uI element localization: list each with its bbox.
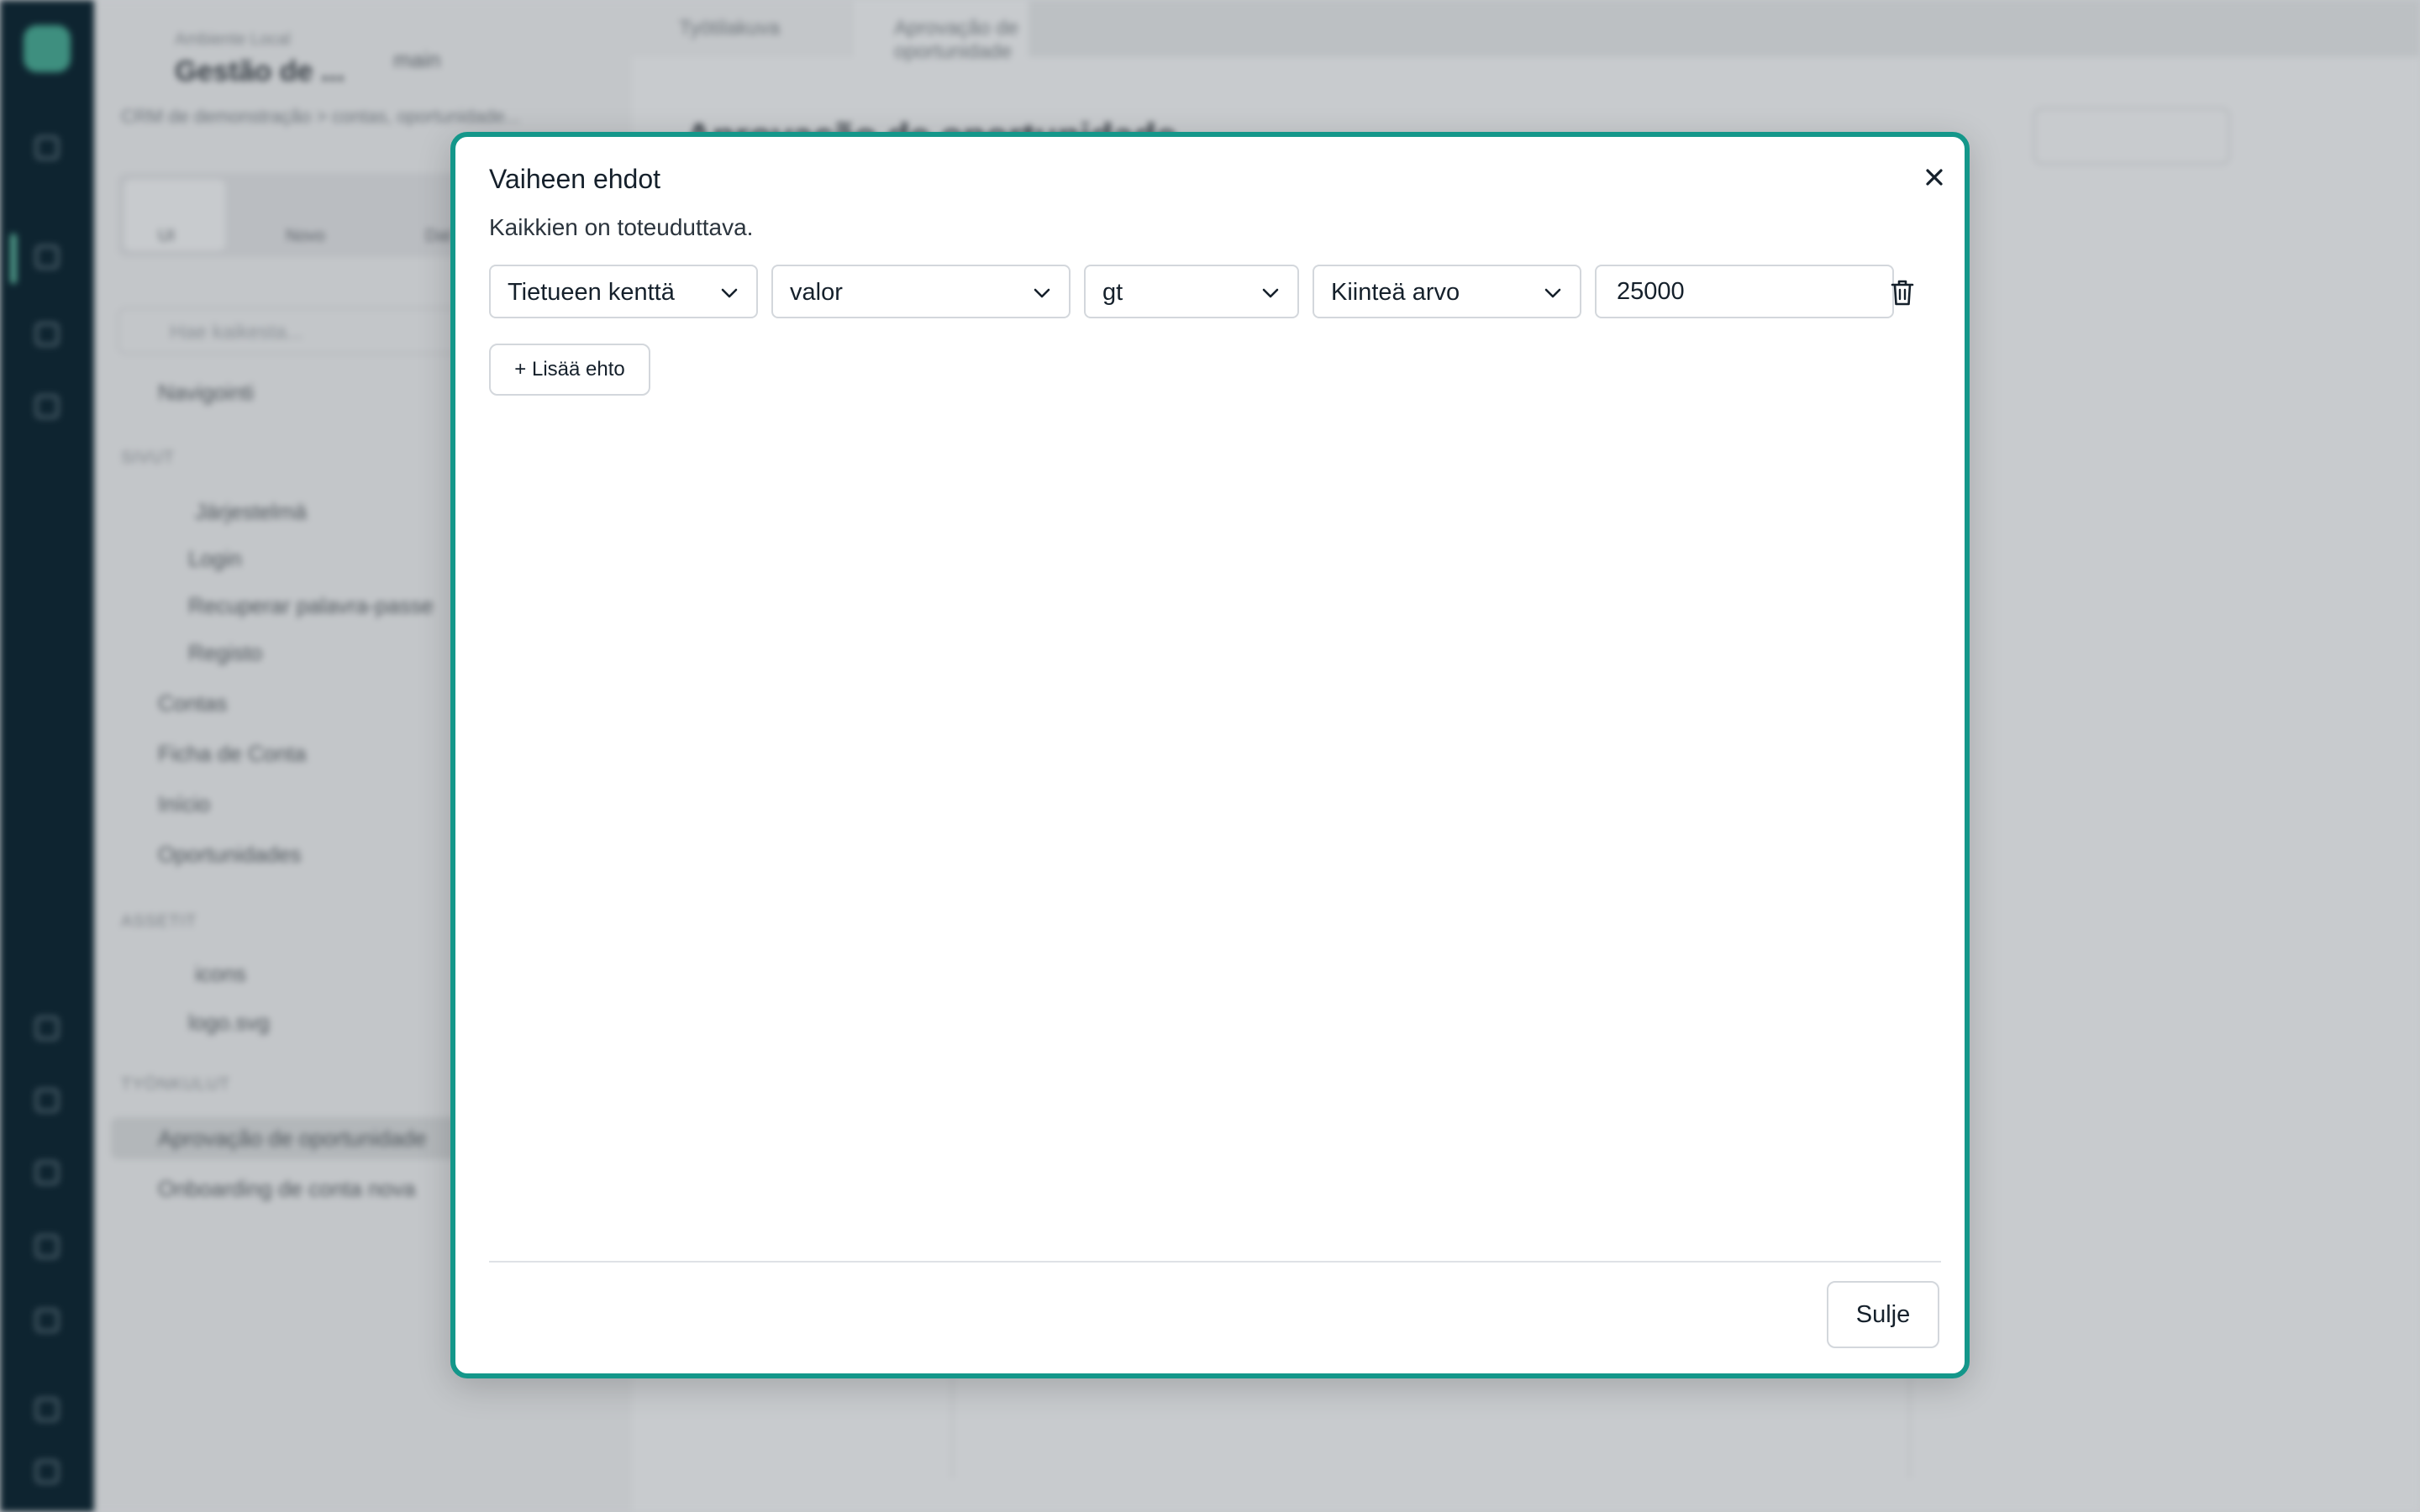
plus-icon[interactable] bbox=[35, 395, 59, 418]
close-button[interactable]: Sulje bbox=[1827, 1281, 1939, 1348]
project-label: Ambiente Local bbox=[175, 30, 291, 49]
chevron-down-icon bbox=[721, 288, 738, 298]
condition-value-type-select[interactable]: Kiinteä arvo bbox=[1313, 265, 1581, 318]
condition-source-select[interactable]: Tietueen kenttä bbox=[489, 265, 758, 318]
grid-icon[interactable] bbox=[35, 136, 59, 160]
chevron-down-icon bbox=[1262, 288, 1279, 298]
tab-label: Aprovação de oportunidade bbox=[894, 17, 1019, 63]
condition-source-value: Tietueen kenttä bbox=[508, 279, 675, 306]
condition-value-input[interactable] bbox=[1595, 265, 1894, 318]
sidebar-item[interactable]: icons bbox=[195, 961, 246, 987]
sidebar-section-assets: ASSETIT bbox=[121, 912, 197, 931]
tab-workspace[interactable]: Työtilakuva bbox=[632, 0, 850, 57]
close-icon[interactable] bbox=[1916, 159, 1953, 196]
sidebar-item[interactable]: Contas bbox=[158, 690, 227, 717]
dialog-subtitle: Kaikkien on toteuduttava. bbox=[489, 214, 754, 240]
logout-icon[interactable] bbox=[35, 1460, 59, 1483]
footer-divider bbox=[489, 1261, 1941, 1263]
condition-operator-value: gt bbox=[1102, 279, 1123, 306]
dialog-title: Vaiheen ehdot bbox=[489, 164, 661, 194]
view-tab-selected[interactable] bbox=[124, 180, 225, 250]
stage-conditions-dialog: Vaiheen ehdot Kaikkien on toteuduttava. … bbox=[450, 132, 1970, 1378]
breadcrumb: CRM de demonstração > contas, oportunida… bbox=[121, 106, 521, 127]
sidebar-item[interactable]: Oportunidades bbox=[158, 842, 302, 868]
tab-workflow[interactable]: Aprovação de oportunidade bbox=[852, 0, 1028, 63]
branch-selector[interactable]: main bbox=[393, 47, 440, 73]
sidebar-item[interactable]: Järjestelmä bbox=[195, 499, 307, 525]
team-icon[interactable] bbox=[35, 1089, 59, 1112]
users-icon[interactable] bbox=[35, 245, 59, 269]
app-rail bbox=[0, 0, 94, 1512]
trash-icon[interactable] bbox=[1889, 278, 1916, 307]
sidebar-item[interactable]: Registo bbox=[188, 640, 262, 666]
condition-operator-select[interactable]: gt bbox=[1084, 265, 1299, 318]
chevron-down-icon bbox=[1544, 288, 1561, 298]
add-condition-button[interactable]: + Lisää ehto bbox=[489, 344, 650, 396]
settings-icon[interactable] bbox=[35, 1309, 59, 1332]
sidebar-item[interactable]: Login bbox=[188, 546, 242, 572]
globe-icon[interactable] bbox=[35, 1398, 59, 1421]
view-tab-ui[interactable]: UI bbox=[158, 227, 175, 246]
sidebar-item[interactable]: Onboarding de conta nova bbox=[158, 1176, 415, 1202]
view-tab-new[interactable]: Novo bbox=[286, 227, 325, 246]
project-title[interactable]: Gestão de ... bbox=[175, 55, 345, 88]
sidebar-item-navigation[interactable]: Navigointi bbox=[158, 380, 254, 406]
help-icon[interactable] bbox=[35, 1235, 59, 1258]
analytics-icon[interactable] bbox=[35, 1016, 59, 1040]
sidebar-item[interactable]: Aprovação de oportunidade bbox=[158, 1126, 426, 1152]
editor-tabs: Työtilakuva Aprovação de oportunidade bbox=[632, 0, 2420, 63]
sidebar-item[interactable]: Início bbox=[158, 791, 210, 817]
tab-label: Työtilakuva bbox=[679, 17, 781, 39]
rocket-icon[interactable] bbox=[35, 323, 59, 346]
sidebar-section-workflows: TYÖNKULUT bbox=[121, 1075, 231, 1094]
rail-active-indicator bbox=[10, 234, 17, 284]
sidebar-item[interactable]: logo.svg bbox=[188, 1010, 270, 1036]
condition-value-type-value: Kiinteä arvo bbox=[1331, 279, 1460, 306]
sidebar-section-pages: SIVUT bbox=[121, 449, 175, 467]
sidebar-search-placeholder: Hae kaikesta... bbox=[170, 321, 303, 344]
sidebar-item[interactable]: Ficha de Conta bbox=[158, 741, 306, 767]
version-button[interactable] bbox=[2033, 108, 2230, 165]
tools-icon[interactable] bbox=[35, 1161, 59, 1184]
sidebar-item[interactable]: Recuperar palavra-passe bbox=[188, 593, 434, 619]
app-logo bbox=[24, 25, 71, 72]
chevron-down-icon bbox=[1034, 288, 1050, 298]
view-tab-data[interactable]: Dat bbox=[425, 227, 451, 246]
condition-field-value: valor bbox=[790, 279, 843, 306]
condition-field-select[interactable]: valor bbox=[771, 265, 1071, 318]
